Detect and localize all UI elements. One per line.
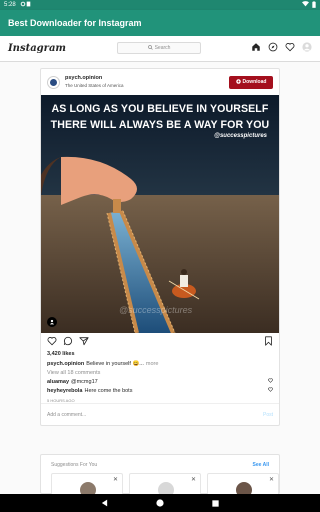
comment-row: aluamay @mcmg17 [41, 377, 279, 386]
caption-more-link[interactable]: more [146, 361, 159, 367]
suggestions-panel: Suggestions For You See All ✕ ✕ ✕ [40, 454, 280, 498]
user-tag-icon[interactable] [47, 317, 57, 327]
recents-icon[interactable] [212, 494, 219, 512]
comment-row: heyheyrebola Here come the bots [41, 386, 279, 395]
comment-like-icon[interactable] [268, 378, 273, 385]
heart-icon[interactable] [285, 42, 295, 52]
post-header: psych.opinion The United States of Ameri… [41, 69, 279, 95]
app-title: Best Downloader for Instagram [8, 18, 142, 28]
image-handle: @successpictures [214, 133, 267, 139]
bookmark-icon[interactable] [264, 333, 273, 351]
back-icon[interactable] [101, 494, 108, 512]
quote-line-2: THERE WILL ALWAYS BE A WAY FOR YOU [50, 119, 270, 131]
app-bar: Best Downloader for Instagram [0, 10, 320, 36]
caption: psych.opinion Believe in yourself 😀... m… [41, 359, 279, 368]
wifi-icon [302, 1, 309, 9]
search-icon [147, 44, 153, 52]
suggestion-card[interactable]: ✕ [129, 473, 201, 498]
close-icon[interactable]: ✕ [113, 476, 118, 483]
comment-text: Here come the bots [84, 387, 133, 394]
view-comments-label: View all 18 comments [47, 369, 101, 376]
see-all-link[interactable]: See All [253, 462, 270, 468]
download-button[interactable]: Download [229, 75, 273, 89]
comment-text: @mcmg17 [71, 378, 98, 385]
system-navigation-bar [0, 494, 320, 512]
comment-icon[interactable] [63, 333, 73, 351]
caption-username[interactable]: psych.opinion [47, 361, 84, 367]
post-location[interactable]: The United States of America [65, 82, 124, 89]
quote-line-1: AS LONG AS YOU BELIEVE IN YOURSELF [51, 103, 269, 115]
instagram-header: Instagram Search [0, 36, 320, 62]
share-icon[interactable] [79, 333, 89, 351]
comment-username[interactable]: aluamay [47, 379, 69, 385]
comment-like-icon[interactable] [268, 387, 273, 394]
download-label: Download [242, 79, 267, 85]
post-username[interactable]: psych.opinion [65, 75, 124, 82]
instagram-logo[interactable]: Instagram [8, 43, 66, 54]
post-image[interactable]: AS LONG AS YOU BELIEVE IN YOURSELF THERE… [41, 95, 279, 333]
close-icon[interactable]: ✕ [191, 476, 196, 483]
home-icon[interactable] [251, 42, 261, 52]
explore-icon[interactable] [268, 42, 278, 52]
image-watermark: @successpictures [119, 305, 193, 315]
caption-text: Believe in yourself 😀... [86, 360, 144, 367]
status-bar: 5:28 [0, 0, 320, 10]
suggestion-card[interactable]: ✕ [51, 473, 123, 498]
battery-icon [312, 0, 316, 10]
add-comment-placeholder: Add a comment... [47, 411, 87, 418]
profile-avatar[interactable] [302, 42, 312, 52]
sim-status-icon [26, 1, 31, 9]
add-comment-field[interactable]: Add a comment... Post [41, 403, 279, 425]
post-actions [41, 333, 279, 351]
post-avatar[interactable] [47, 75, 60, 89]
suggestions-title: Suggestions For You [51, 462, 98, 468]
status-time: 5:28 [4, 2, 16, 8]
download-icon [235, 78, 241, 86]
post-card: psych.opinion The United States of Ameri… [40, 68, 280, 426]
suggestion-card[interactable]: ✕ [207, 473, 279, 498]
search-input[interactable]: Search [117, 42, 201, 54]
post-comment-button[interactable]: Post [263, 412, 273, 418]
view-all-comments-link[interactable]: View all 18 comments [41, 368, 279, 377]
close-icon[interactable]: ✕ [269, 476, 274, 483]
search-placeholder: Search [154, 45, 171, 51]
home-circle-icon[interactable] [156, 494, 164, 512]
like-count[interactable]: 3,420 likes [41, 351, 279, 359]
comment-username[interactable]: heyheyrebola [47, 388, 82, 394]
like-icon[interactable] [47, 333, 57, 351]
